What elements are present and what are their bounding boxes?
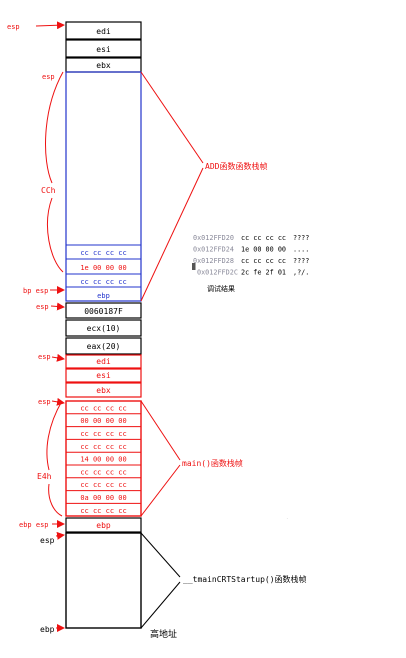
stack-cell-label: edi — [96, 27, 111, 36]
stack-frame-diagram: edi esi ebx cc cc cc cc 1e 00 00 00 cc c… — [7, 21, 309, 640]
memory-address: 0x012FFD2C — [197, 269, 238, 277]
esp-label: esp — [36, 303, 49, 311]
main-frame-cell: 00 00 00 00 — [80, 417, 126, 425]
add-size-label: CCh — [41, 186, 56, 195]
esp-arrow — [55, 531, 65, 540]
esp-label: esp — [40, 536, 55, 545]
main-size-brace — [46, 400, 63, 471]
memory-bytes: 2c fe 2f 01 — [241, 269, 286, 277]
memory-dump-caption: 调试结果 — [207, 284, 235, 293]
add-frame-title: ADD函数函数栈帧 — [205, 161, 267, 171]
main-frame-cell: cc cc cc cc — [80, 404, 126, 412]
add-frame-cell: 1e 00 00 00 — [80, 264, 126, 272]
main-frame-title: main()函数栈帧 — [182, 458, 243, 468]
main-register-label: edi — [96, 357, 111, 366]
main-frame-cell: 0a 00 00 00 — [80, 494, 126, 502]
crt-callout-line — [140, 581, 181, 629]
esp-label: esp — [38, 353, 51, 361]
main-size-label: E4h — [37, 472, 52, 481]
crt-frame-title: __tmainCRTStartup()函数栈帧 — [183, 574, 307, 584]
memory-ascii: ???? — [293, 234, 309, 242]
call-args-cells: 0060187F ecx(10) eax(20) — [65, 302, 142, 355]
main-callout-line — [140, 464, 181, 517]
esp-arrow — [35, 21, 65, 30]
add-frame-ebp-cell: ebp — [97, 292, 110, 300]
memory-address: 0x012FFD20 — [193, 234, 234, 242]
memory-bytes: cc cc cc cc — [241, 234, 286, 242]
main-register-label: ebx — [96, 386, 111, 395]
arg-label: ecx(10) — [87, 324, 121, 333]
main-ebp-label: ebp — [96, 521, 111, 530]
crt-startup-frame — [65, 532, 142, 629]
esp-label: esp — [38, 398, 51, 406]
stack-cell-label: esi — [96, 45, 111, 54]
memory-address: 0x012FFD24 — [193, 246, 234, 254]
esp-label: esp — [42, 73, 55, 81]
bp-esp-label: bp esp — [23, 287, 48, 295]
add-callout-line — [140, 71, 204, 164]
return-address-label: 0060187F — [84, 307, 123, 316]
main-frame-cell: cc cc cc cc — [80, 430, 126, 438]
svg-text:·: · — [286, 516, 288, 521]
main-frame-cell: cc cc cc cc — [80, 443, 126, 451]
memory-bytes: 1e 00 00 00 — [241, 246, 286, 254]
add-frame-cell: cc cc cc cc — [80, 249, 126, 257]
frame-callouts: ADD函数函数栈帧 main()函数栈帧 __tmainCRTStartup()… — [140, 71, 307, 640]
stack-top-registers: edi esi ebx — [65, 21, 142, 73]
esp-label: esp — [7, 23, 20, 31]
memory-bytes: cc cc cc cc — [241, 257, 286, 265]
main-function-frame: edi esi ebx cc cc cc cc 00 00 00 00 cc cc … — [65, 354, 142, 533]
main-frame-cell: 14 00 00 00 — [80, 456, 126, 464]
memory-ascii: ,?/. — [293, 269, 309, 277]
memory-dump: 0x012FFD20 cc cc cc cc ???? 0x012FFD24 1e 00… — [192, 234, 309, 293]
main-size-brace — [48, 483, 63, 517]
main-frame-cell: cc cc cc cc — [80, 468, 126, 476]
memory-ascii: ???? — [293, 257, 309, 265]
main-frame-cell: cc cc cc cc — [80, 481, 126, 489]
pointer-labels: esp esp CCh bp esp esp esp esp E4h ebp e… — [7, 21, 65, 634]
main-register-label: esi — [96, 371, 111, 380]
esp-arrow — [51, 353, 65, 362]
main-callout-line — [140, 400, 181, 461]
high-address-label: 高地址 — [150, 628, 177, 640]
arg-label: eax(20) — [87, 342, 121, 351]
memory-ascii: .... — [293, 246, 309, 254]
add-size-brace — [45, 71, 64, 184]
add-size-brace — [47, 197, 64, 273]
crt-callout-line — [140, 532, 181, 578]
ebp-esp-label: ebp esp — [19, 521, 49, 529]
crt-frame-box — [65, 532, 142, 629]
stack-cell-label: ebx — [96, 61, 111, 70]
main-frame-cell: cc cc cc cc — [80, 507, 126, 515]
memory-address: 0x012FFD28 — [193, 257, 234, 265]
ebp-label: ebp — [40, 625, 55, 634]
add-function-frame: cc cc cc cc 1e 00 00 00 cc cc cc cc ebp — [65, 71, 142, 302]
add-frame-cell: cc cc cc cc — [80, 278, 126, 286]
esp-arrow — [50, 302, 65, 311]
